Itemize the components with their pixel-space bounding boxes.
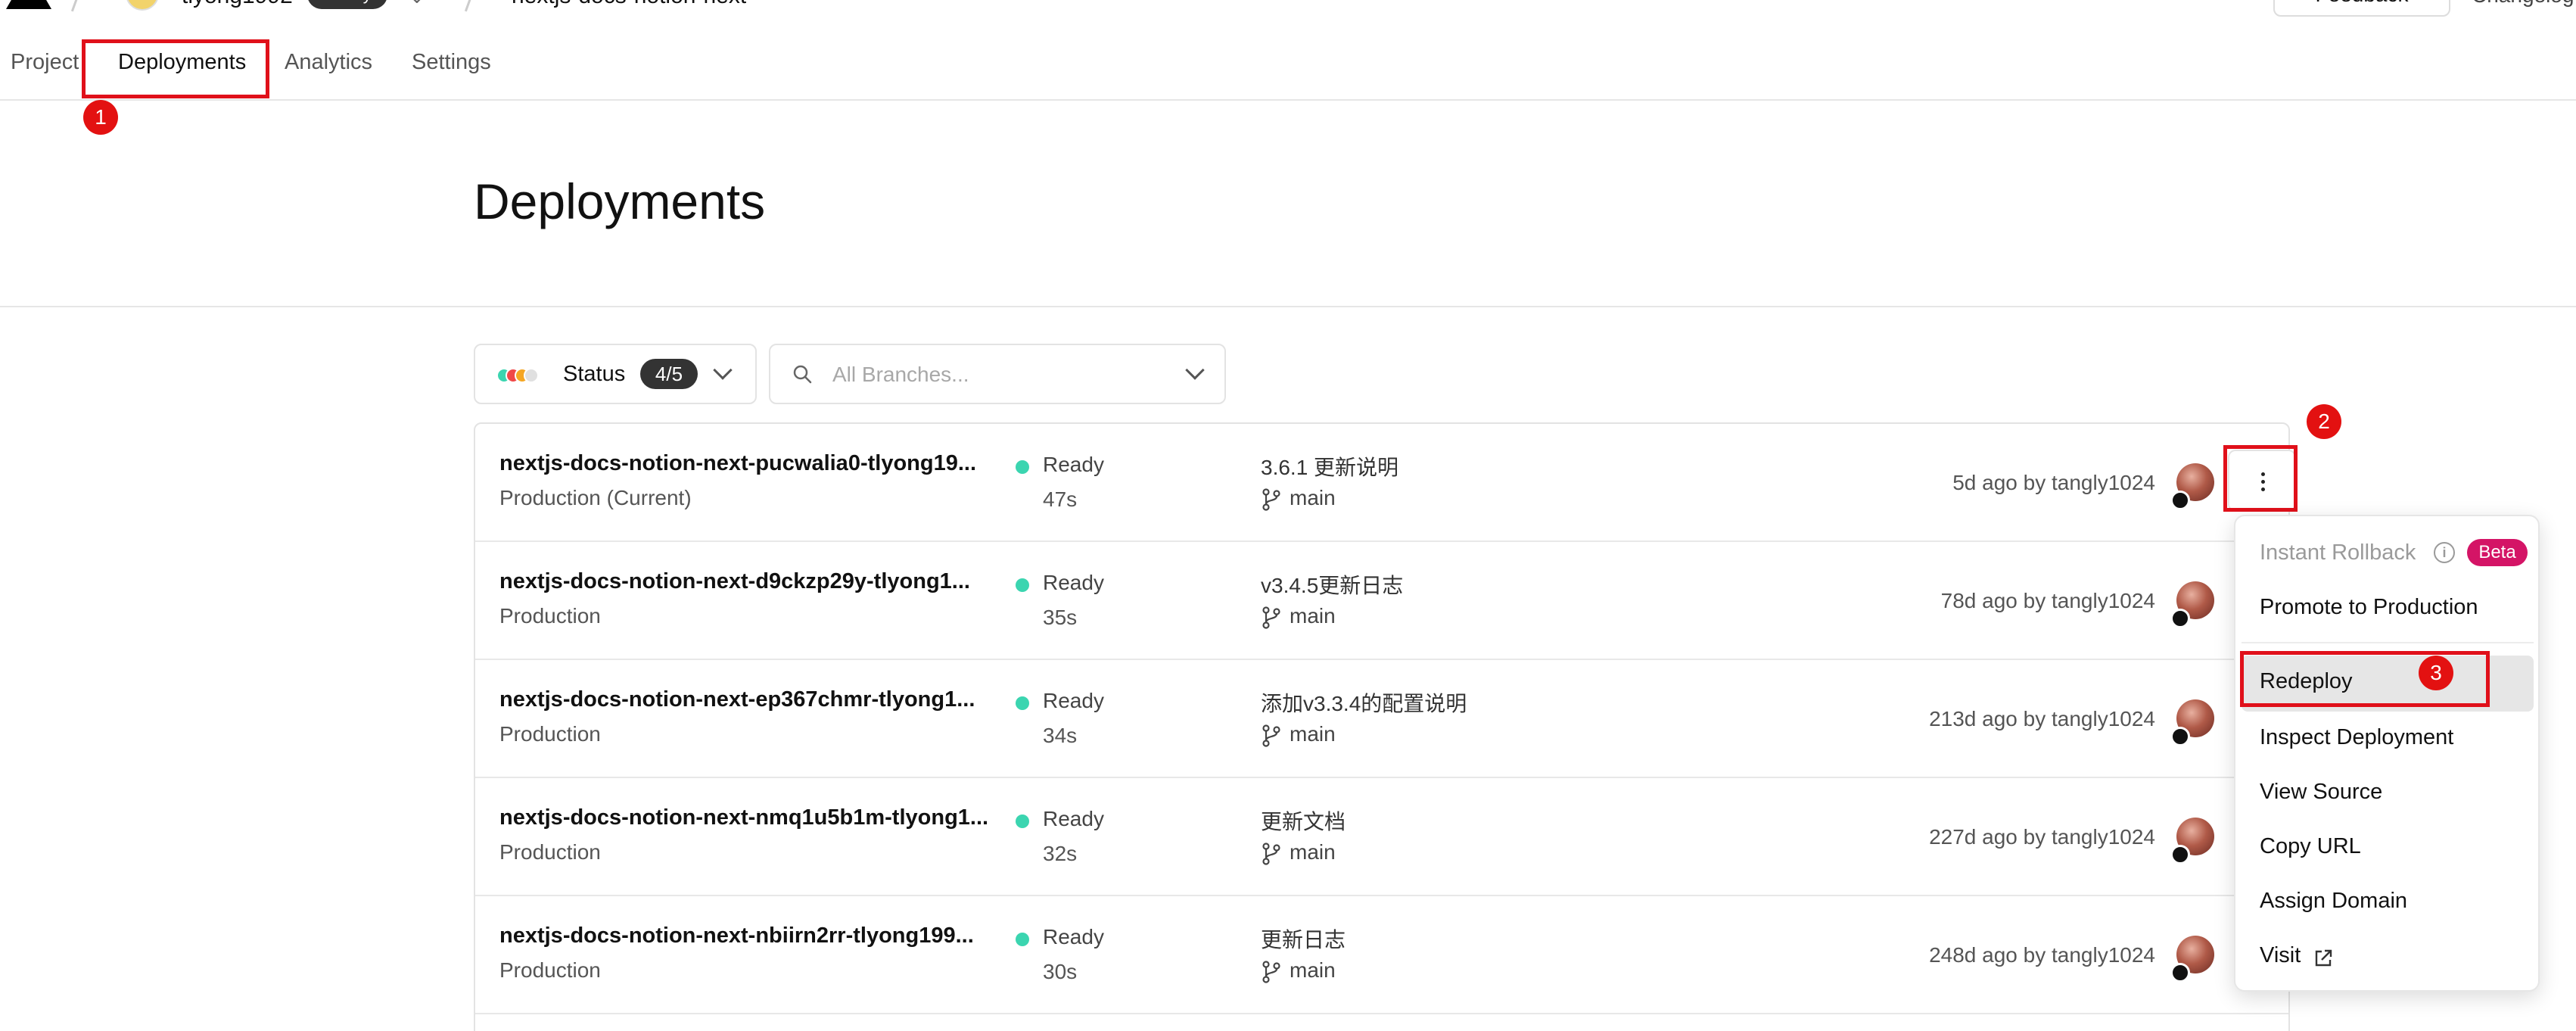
- status-count-badge: 4/5: [640, 359, 698, 389]
- annotation-box-1: [82, 39, 269, 98]
- project-name[interactable]: nextjs-docs-notion-next: [512, 0, 746, 9]
- branch-name[interactable]: main: [1290, 604, 1336, 628]
- deployment-name[interactable]: nextjs-docs-notion-next-ep367chmr-tlyong…: [499, 687, 975, 712]
- deployment-name[interactable]: nextjs-docs-notion-next-d9ckzp29y-tlyong…: [499, 569, 970, 594]
- deployment-age-author: 78d ago by tangly1024: [1940, 589, 2155, 612]
- deployment-duration: 35s: [1043, 606, 1078, 629]
- branch-name[interactable]: main: [1290, 486, 1336, 510]
- github-icon: [2170, 963, 2190, 983]
- github-icon: [2170, 845, 2190, 864]
- git-branch-icon: [1262, 724, 1280, 747]
- menu-item-copy-url[interactable]: Copy URL: [2260, 834, 2361, 859]
- deployment-row[interactable]: nextjs-docs-notion-next-nmq1u5b1m-tlyong…: [475, 778, 2288, 896]
- deployment-duration: 30s: [1043, 960, 1078, 983]
- deployment-actions-menu: Instant Rollback i Beta Promote to Produ…: [2234, 515, 2540, 992]
- deployment-environment: Production (Current): [499, 486, 692, 509]
- deployment-environment: Production: [499, 958, 601, 982]
- commit-message[interactable]: 3.6.1 更新说明: [1261, 451, 1398, 481]
- menu-item-promote-to-production[interactable]: Promote to Production: [2260, 595, 2478, 620]
- deployment-duration: 32s: [1043, 842, 1078, 865]
- annotation-number-1: 1: [83, 100, 118, 135]
- status-filter-label: Status: [563, 362, 626, 386]
- deployment-environment: Production: [499, 604, 601, 628]
- ready-status-dot: [1016, 460, 1029, 474]
- deployment-row[interactable]: nextjs-docs-notion-next-pucwalia0-tlyong…: [475, 424, 2288, 542]
- commit-message[interactable]: 更新日志: [1261, 924, 1346, 954]
- breadcrumb-separator-icon: [70, 0, 83, 12]
- ready-status-dot: [1016, 578, 1029, 592]
- deployment-environment: Production: [499, 840, 601, 864]
- deployment-status: Ready: [1043, 807, 1104, 830]
- deployment-list: nextjs-docs-notion-next-pucwalia0-tlyong…: [474, 422, 2290, 1031]
- menu-item-instant-rollback: Instant Rollback: [2260, 540, 2416, 565]
- deployment-age-author: 227d ago by tangly1024: [1929, 825, 2155, 849]
- git-branch-icon: [1262, 488, 1280, 511]
- github-icon: [2170, 491, 2190, 510]
- chevron-down-icon: [713, 360, 733, 380]
- branch-filter[interactable]: [769, 344, 1226, 404]
- menu-item-view-source[interactable]: View Source: [2260, 780, 2382, 805]
- breadcrumb-separator-icon: [464, 0, 477, 12]
- commit-message[interactable]: 添加v3.3.4的配置说明: [1261, 687, 1467, 718]
- team-name[interactable]: tlyong1992: [182, 0, 293, 9]
- tab-project[interactable]: Project: [11, 50, 79, 75]
- team-switcher-chevron-icon[interactable]: ⌄: [409, 0, 425, 8]
- deployment-row[interactable]: nextjs-docs-notion-next-nbiirn2rr-tlyong…: [475, 896, 2288, 1014]
- status-filter-button[interactable]: Status 4/5: [474, 344, 757, 404]
- annotation-number-3: 3: [2419, 656, 2453, 690]
- tab-analytics[interactable]: Analytics: [285, 50, 372, 75]
- team-avatar[interactable]: [126, 0, 159, 11]
- tab-settings[interactable]: Settings: [412, 50, 491, 75]
- menu-divider: [2242, 642, 2534, 643]
- annotation-box-2: [2223, 445, 2298, 512]
- deployment-age-author: 248d ago by tangly1024: [1929, 943, 2155, 967]
- plan-badge: Hobby: [307, 0, 387, 9]
- page-title: Deployments: [474, 173, 766, 229]
- vercel-logo-icon[interactable]: [6, 0, 51, 9]
- deployment-row[interactable]: nextjs-docs-notion-next-d9ckzp29y-tlyong…: [475, 542, 2288, 660]
- menu-item-assign-domain[interactable]: Assign Domain: [2260, 889, 2407, 914]
- deployment-row[interactable]: nextjs-docs-notion-next-ep367chmr-tlyong…: [475, 660, 2288, 778]
- branch-name[interactable]: main: [1290, 958, 1336, 983]
- github-icon: [2170, 727, 2190, 746]
- ready-status-dot: [1016, 696, 1029, 710]
- status-dots-icon: [496, 368, 549, 383]
- deployment-duration: 47s: [1043, 487, 1078, 511]
- search-icon: [793, 365, 812, 384]
- commit-message[interactable]: v3.4.5更新日志: [1261, 569, 1403, 600]
- git-branch-icon: [1262, 606, 1280, 629]
- ready-status-dot: [1016, 933, 1029, 946]
- deployment-status: Ready: [1043, 925, 1104, 948]
- top-bar: tlyong1992 Hobby ⌄ nextjs-docs-notion-ne…: [0, 0, 2576, 17]
- deployment-status: Ready: [1043, 453, 1104, 476]
- ready-status-dot: [1016, 815, 1029, 828]
- deployment-age-author: 5d ago by tangly1024: [1952, 471, 2155, 494]
- github-icon: [2170, 609, 2190, 628]
- nav-divider: [0, 99, 2576, 101]
- git-branch-icon: [1262, 843, 1280, 865]
- deployment-duration: 34s: [1043, 724, 1078, 747]
- feedback-button[interactable]: Feedback: [2273, 0, 2450, 17]
- deployment-age-author: 213d ago by tangly1024: [1929, 707, 2155, 730]
- branch-name[interactable]: main: [1290, 722, 1336, 746]
- commit-message[interactable]: 更新文档: [1261, 805, 1346, 836]
- deployment-name[interactable]: nextjs-docs-notion-next-pucwalia0-tlyong…: [499, 451, 976, 476]
- deployment-status: Ready: [1043, 571, 1104, 594]
- changelog-link[interactable]: Changelog: [2472, 0, 2574, 8]
- deployment-status: Ready: [1043, 689, 1104, 712]
- menu-item-inspect-deployment[interactable]: Inspect Deployment: [2260, 725, 2453, 750]
- beta-badge: Beta: [2467, 539, 2528, 566]
- info-icon[interactable]: i: [2434, 542, 2455, 563]
- chevron-down-icon[interactable]: [1185, 360, 1205, 380]
- external-link-icon: [2315, 949, 2332, 967]
- git-branch-icon: [1262, 961, 1280, 983]
- project-nav: Project Deployments Analytics Settings: [0, 42, 2576, 100]
- branch-name[interactable]: main: [1290, 840, 1336, 864]
- menu-item-visit[interactable]: Visit: [2260, 943, 2301, 968]
- annotation-number-2: 2: [2307, 404, 2341, 439]
- deployment-environment: Production: [499, 722, 601, 746]
- branch-search-input[interactable]: [832, 359, 1173, 391]
- deployment-name[interactable]: nextjs-docs-notion-next-nbiirn2rr-tlyong…: [499, 924, 974, 948]
- deployment-name[interactable]: nextjs-docs-notion-next-nmq1u5b1m-tlyong…: [499, 805, 988, 830]
